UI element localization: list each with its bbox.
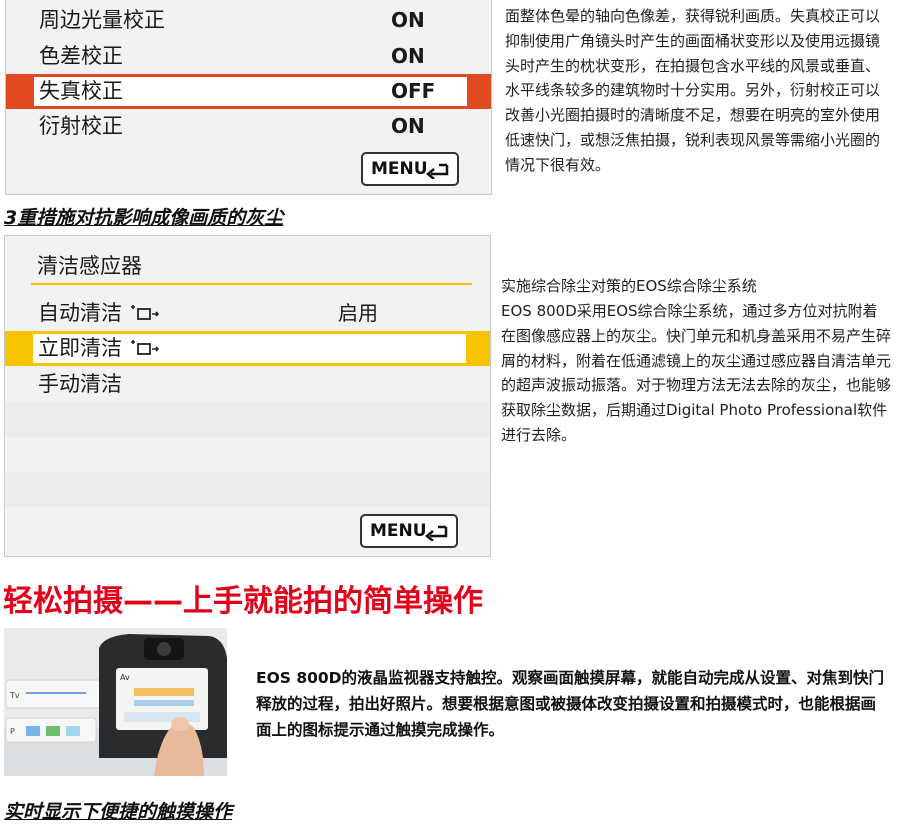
camera-touch-photo: Tv P Av [4, 628, 227, 776]
menu-row-label: 失真校正 [39, 79, 123, 103]
menu-row-peripheral-illumination[interactable]: 周边光量校正 ON [6, 3, 491, 38]
empty-menu-row [5, 402, 490, 437]
dust-section-heading: 3重措施对抗影响成像画质的灰尘 [4, 207, 284, 229]
menu-row-clean-now-selected[interactable]: 立即清洁 [5, 331, 490, 366]
menu-row-distortion-selected[interactable]: 失真校正 OFF [6, 74, 491, 109]
menu-row-label: 手动清洁 [38, 372, 122, 396]
menu-back-button[interactable]: MENU [361, 152, 459, 186]
menu-row-label: 色差校正 [39, 44, 123, 68]
menu-row-chromatic-aberration[interactable]: 色差校正 ON [6, 39, 491, 74]
return-arrow-icon [426, 163, 449, 179]
sensor-clean-icon [130, 340, 159, 355]
sensor-clean-icon [130, 305, 159, 320]
return-arrow-icon [425, 525, 448, 541]
lens-correction-paragraph: 面整体色晕的轴向色像差，获得锐利画质。失真校正可以抑制使用广角镜头时产生的画面桶… [505, 7, 881, 174]
photo-label-p: P [10, 727, 15, 736]
menu-row-value: ON [391, 8, 425, 32]
menu-row-value: OFF [391, 79, 436, 103]
menu-title-bar: 清洁感应器 [5, 236, 490, 291]
menu-title: 清洁感应器 [37, 254, 142, 278]
lens-correction-menu-panel: 周边光量校正 ON 色差校正 ON 失真校正 OFF 衍射校正 ON MENU [5, 0, 492, 195]
menu-row-value: ON [391, 114, 425, 138]
photo-label-tv: Tv [9, 691, 20, 700]
menu-row-label: 立即清洁 [38, 331, 159, 366]
menu-row-label: 衍射校正 [39, 114, 123, 138]
dust-paragraph: EOS 800D采用EOS综合除尘系统，通过多方位对抗附着在图像感应器上的灰尘。… [501, 302, 892, 444]
empty-menu-row [5, 437, 490, 472]
photo-label-av: Av [120, 673, 130, 682]
menu-row-auto-clean[interactable]: 自动清洁 启用 [5, 296, 490, 331]
menu-button-label: MENU [371, 159, 428, 179]
title-underline [31, 283, 472, 285]
menu-row-manual-clean[interactable]: 手动清洁 [5, 367, 490, 402]
menu-back-button[interactable]: MENU [360, 514, 458, 548]
main-section-heading: 轻松拍摄——上手就能拍的简单操作 [3, 584, 483, 619]
menu-row-label: 周边光量校正 [39, 8, 165, 32]
touch-operation-paragraph: EOS 800D的液晶监视器支持触控。观察画面触摸屏幕，就能自动完成从设置、对焦… [256, 669, 885, 739]
menu-row-label: 自动清洁 [38, 296, 159, 331]
dust-paragraph-title: 实施综合除尘对策的EOS综合除尘系统 [501, 277, 757, 295]
sensor-cleaning-menu-panel: 清洁感应器 自动清洁 启用 立即清洁 手动清洁 MENU [4, 235, 491, 557]
menu-row-value: 启用 [338, 301, 378, 325]
empty-menu-row [5, 472, 490, 507]
menu-button-label: MENU [370, 521, 427, 541]
menu-row-value: ON [391, 44, 425, 68]
touch-section-heading: 实时显示下便捷的触摸操作 [4, 801, 233, 823]
menu-row-diffraction[interactable]: 衍射校正 ON [6, 109, 491, 144]
